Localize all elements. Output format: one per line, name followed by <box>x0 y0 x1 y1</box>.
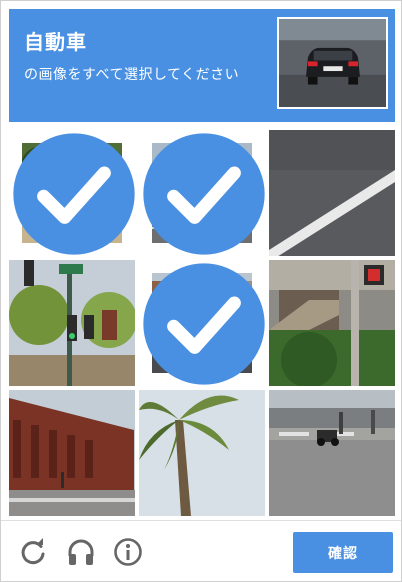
image-tile-1[interactable] <box>9 130 135 256</box>
selected-check-icon <box>143 263 265 385</box>
tile-image-traffic-light <box>9 260 135 386</box>
image-tile-6[interactable] <box>269 260 395 386</box>
challenge-header: 自動車 の画像をすべて選択してください <box>9 9 395 122</box>
selected-check-icon <box>13 133 135 255</box>
image-tile-9[interactable] <box>269 390 395 516</box>
footer-divider <box>1 520 401 521</box>
challenge-instruction: の画像をすべて選択してください <box>24 67 240 83</box>
image-tile-4[interactable] <box>9 260 135 386</box>
tile-image-asphalt <box>269 130 395 256</box>
headphones-icon[interactable] <box>65 536 97 568</box>
tile-image-palm-tree <box>139 390 265 516</box>
image-tile-5[interactable] <box>139 260 265 386</box>
tile-image-brick-building <box>9 390 135 516</box>
tile-image-pole-stairs <box>269 260 395 386</box>
image-tile-2[interactable] <box>139 130 265 256</box>
image-tile-3[interactable] <box>269 130 395 256</box>
captcha-widget: 自動車 の画像をすべて選択してください 確認 <box>0 0 402 582</box>
image-tile-7[interactable] <box>9 390 135 516</box>
image-tile-8[interactable] <box>139 390 265 516</box>
info-icon[interactable] <box>112 536 144 568</box>
verify-button[interactable]: 確認 <box>293 532 393 573</box>
reload-icon[interactable] <box>17 536 49 568</box>
selected-check-icon <box>143 133 265 255</box>
target-object-title: 自動車 <box>24 30 87 54</box>
sample-car-image <box>277 17 388 109</box>
tile-image-crosswalk <box>269 390 395 516</box>
